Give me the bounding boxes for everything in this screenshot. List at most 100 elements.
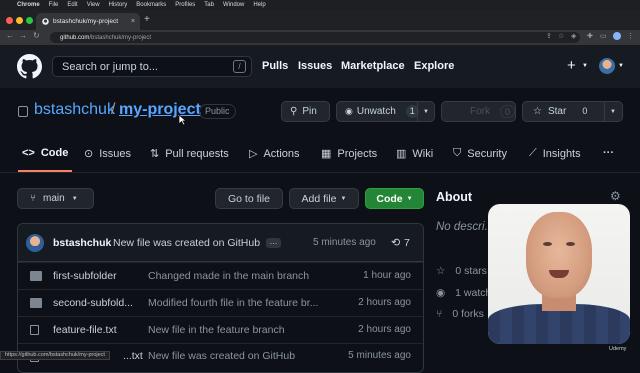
add-file-button[interactable]: Add file ▼ (289, 188, 359, 209)
star-label: Star (547, 106, 567, 117)
nav-explore[interactable]: Explore (414, 60, 454, 72)
minimize-window-button[interactable] (16, 17, 23, 24)
menu-bookmarks[interactable]: Bookmarks (136, 2, 166, 8)
tab-insights[interactable]: ⟋ Insights (529, 147, 581, 160)
file-commit-message[interactable]: Changed made in the main branch (148, 270, 309, 282)
more-vert-icon[interactable]: ⋮ (627, 32, 634, 40)
file-name[interactable]: ...txt (123, 350, 143, 362)
file-row[interactable]: second-subfold... Modified fourth file i… (18, 289, 423, 316)
macos-menu-bar: Chrome File Edit View History Bookmarks … (0, 0, 640, 10)
stars-stat[interactable]: ☆ 0 stars (436, 265, 487, 277)
search-placeholder: Search or jump to... (62, 60, 158, 73)
menu-window[interactable]: Window (223, 2, 244, 8)
tab-security[interactable]: ⛉ Security (453, 147, 507, 160)
chevron-down-icon[interactable]: ▼ (610, 109, 616, 115)
menu-profiles[interactable]: Profiles (175, 2, 195, 8)
share-icon[interactable]: ⇪ (546, 32, 552, 40)
tab-issues[interactable]: ⊙ Issues (84, 147, 131, 161)
back-arrow-icon[interactable]: ← (6, 31, 14, 40)
menu-history[interactable]: History (109, 2, 128, 8)
close-window-button[interactable] (6, 17, 13, 24)
tab-pull-requests-label: Pull requests (165, 147, 229, 160)
repo-name-link[interactable]: my-project (119, 101, 201, 119)
star-icon: ☆ (436, 265, 446, 277)
history-icon[interactable]: ⟲ (391, 236, 400, 249)
reload-icon[interactable]: ↻ (33, 31, 40, 40)
watchers-stat[interactable]: ◉ 1 watch (436, 287, 491, 299)
table-icon: ▦ (321, 148, 332, 160)
udemy-watermark: Udemy (609, 346, 627, 352)
repo-owner-link[interactable]: bstashchuk (34, 101, 115, 119)
forks-stat-text: 0 forks (452, 308, 484, 320)
bookmark-star-icon[interactable]: ☆ (558, 32, 564, 40)
commit-expand-button[interactable]: … (266, 238, 281, 248)
create-new-plus-icon[interactable]: + (567, 57, 576, 74)
extension-icon[interactable]: ◈ (571, 32, 576, 40)
commit-time[interactable]: 5 minutes ago (313, 237, 376, 248)
sidebar-icon[interactable]: ▭ (600, 32, 607, 40)
branch-select[interactable]: ⑂ main ▼ (17, 188, 94, 209)
go-to-file-label: Go to file (227, 192, 271, 205)
nav-marketplace[interactable]: Marketplace (341, 60, 405, 72)
menu-help[interactable]: Help (253, 2, 265, 8)
commit-message[interactable]: New file was created on GitHub (113, 237, 260, 249)
instructor-webcam-video (488, 204, 630, 344)
new-tab-button[interactable]: + (144, 14, 150, 25)
commit-author-avatar[interactable] (26, 234, 44, 252)
menu-tab[interactable]: Tab (204, 2, 214, 8)
file-row[interactable]: feature-file.txt New file in the feature… (18, 316, 423, 343)
menu-view[interactable]: View (87, 2, 100, 8)
file-row[interactable]: first-subfolder Changed made in the main… (18, 262, 423, 289)
file-name[interactable]: second-subfold... (53, 297, 133, 309)
profile-avatar-icon[interactable] (613, 32, 621, 40)
github-favicon-icon (42, 18, 49, 25)
zoom-window-button[interactable] (26, 17, 33, 24)
forward-arrow-icon[interactable]: → (19, 31, 27, 40)
file-commit-time: 1 hour ago (363, 270, 411, 281)
nav-pulls[interactable]: Pulls (262, 60, 288, 72)
repo-icon (18, 106, 28, 117)
search-input[interactable]: Search or jump to... / (52, 56, 252, 77)
tab-actions[interactable]: ▷ Actions (249, 147, 300, 161)
tab-wiki[interactable]: ▥ Wiki (396, 147, 433, 161)
file-commit-message[interactable]: New file was created on GitHub (148, 350, 295, 362)
pin-button[interactable]: ⚲ Pin (281, 101, 330, 122)
gear-icon[interactable]: ⚙ (610, 189, 621, 203)
tab-security-label: Security (467, 147, 507, 160)
menu-file[interactable]: File (49, 2, 59, 8)
chevron-down-icon[interactable]: ▼ (423, 109, 429, 115)
watchers-stat-text: 1 watch (455, 287, 492, 299)
folder-icon (30, 271, 42, 281)
search-shortcut-badge: / (233, 60, 246, 73)
menu-edit[interactable]: Edit (67, 2, 77, 8)
menu-chrome[interactable]: Chrome (17, 2, 40, 8)
fork-button[interactable]: Fork 0 (441, 101, 516, 122)
tab-title: bstashchuk/my-project (53, 18, 119, 25)
file-commit-message[interactable]: New file in the feature branch (148, 324, 285, 336)
tab-projects[interactable]: ▦ Projects (321, 147, 377, 161)
nav-issues[interactable]: Issues (298, 60, 332, 72)
file-name[interactable]: first-subfolder (53, 270, 117, 282)
forks-stat[interactable]: ⑂ 0 forks (436, 308, 484, 320)
tab-code[interactable]: <> Code (22, 147, 68, 159)
webcam-eye (543, 242, 552, 246)
github-logo-icon[interactable] (17, 54, 42, 79)
user-avatar[interactable] (599, 58, 615, 74)
commit-author[interactable]: bstashchuk (53, 237, 111, 249)
commit-count[interactable]: 7 (404, 237, 410, 249)
file-name[interactable]: feature-file.txt (53, 324, 117, 336)
folder-icon (30, 298, 42, 308)
browser-tab-active[interactable]: bstashchuk/my-project × (36, 13, 140, 30)
fork-icon: ⑂ (436, 308, 443, 320)
address-bar[interactable]: github.com/bstashchuk/my-project (50, 32, 580, 43)
star-button[interactable]: ☆ Star 0 ▼ (522, 101, 623, 122)
go-to-file-button[interactable]: Go to file (215, 188, 283, 209)
code-download-button[interactable]: Code ▼ (365, 188, 424, 209)
tab-pull-requests[interactable]: ⇅ Pull requests (150, 147, 229, 161)
about-heading: About (436, 190, 473, 204)
puzzle-extensions-icon[interactable]: ✚ (587, 32, 593, 40)
tabs-more-button[interactable]: ··· (603, 147, 614, 159)
unwatch-button[interactable]: ◉ Unwatch 1 ▼ (336, 101, 435, 122)
file-commit-message[interactable]: Modified fourth file in the feature br..… (148, 297, 318, 309)
tab-close-icon[interactable]: × (131, 18, 135, 25)
